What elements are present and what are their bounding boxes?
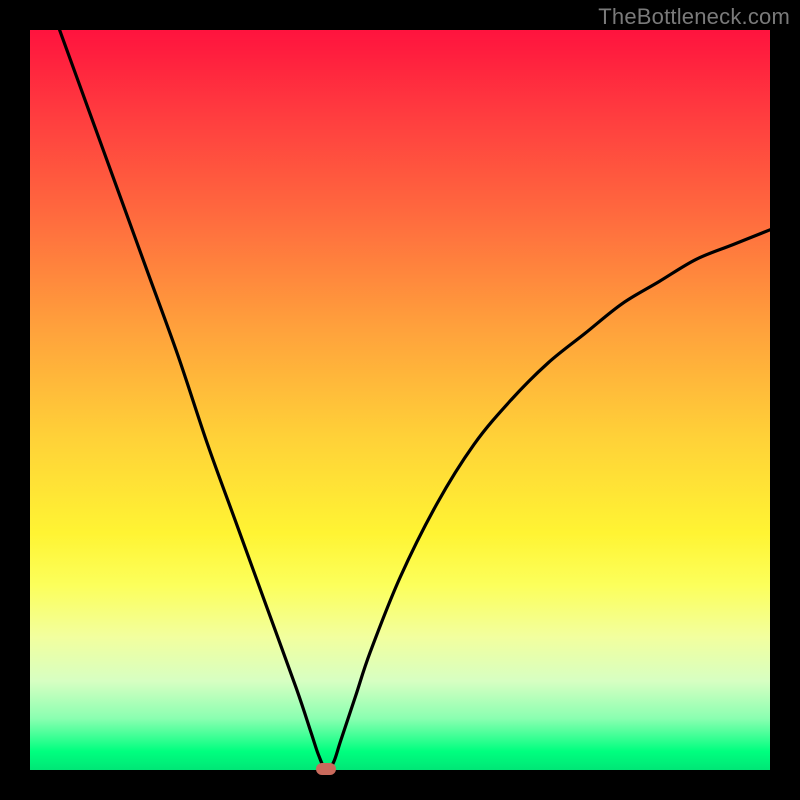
- chart-svg: [30, 30, 770, 770]
- bottleneck-curve-path: [60, 30, 770, 770]
- chart-frame: TheBottleneck.com: [0, 0, 800, 800]
- chart-plot-area: [30, 30, 770, 770]
- sweet-spot-marker: [316, 763, 336, 775]
- watermark-text: TheBottleneck.com: [598, 4, 790, 30]
